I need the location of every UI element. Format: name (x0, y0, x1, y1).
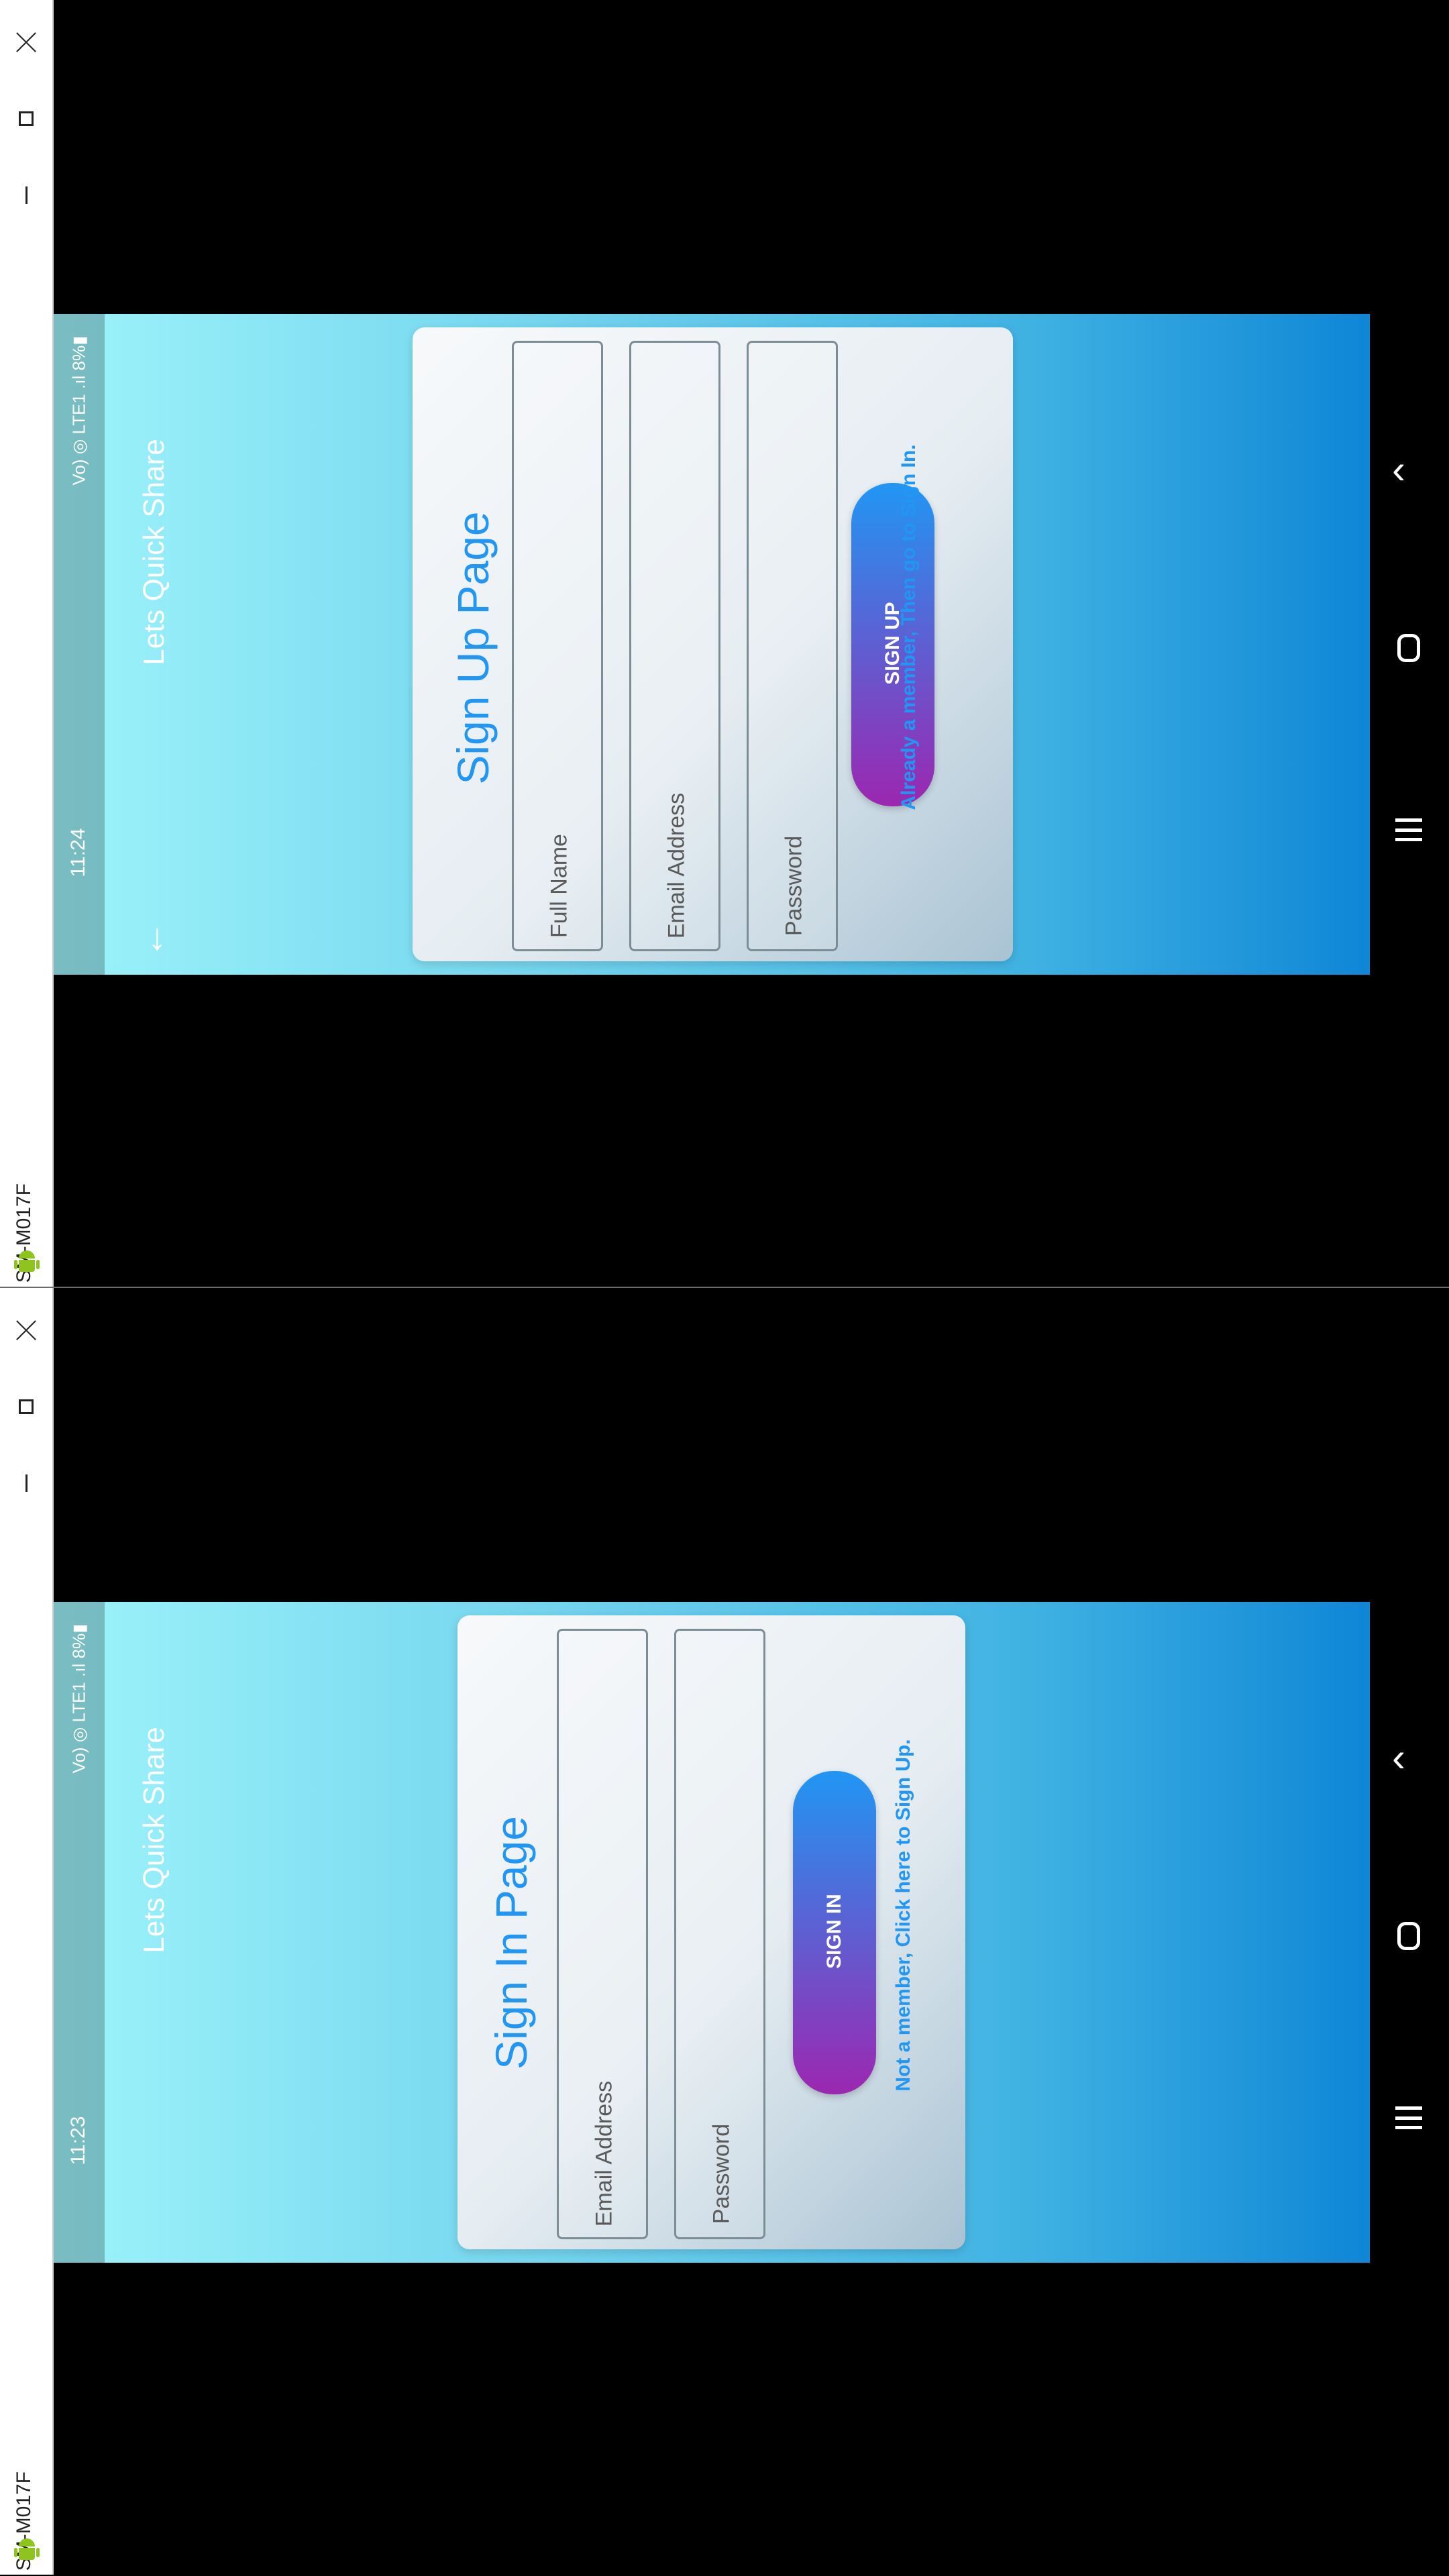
sign-in-button[interactable]: SIGN IN (793, 1771, 876, 2094)
close-button[interactable] (0, 1293, 52, 1367)
nav-home-icon[interactable] (1397, 1922, 1420, 1950)
window-title-bar: SM-M017F (0, 1288, 54, 2575)
page-title: Sign In Page (486, 1816, 536, 2070)
emulator-window-sign-up: SM-M017F 11:24 Vo) ◎ LTE1 .ıl 8%▮ ← Lets… (0, 0, 1449, 1287)
nav-home-icon[interactable] (1397, 634, 1420, 662)
app-title: Lets Quick Share (138, 1727, 170, 1953)
nav-back-icon[interactable]: ‹ (1392, 1734, 1405, 1780)
close-icon (15, 1320, 37, 1341)
sign-up-button[interactable]: SIGN UP (851, 483, 934, 806)
password-field[interactable]: Password (747, 341, 838, 951)
minimize-icon (25, 1474, 28, 1492)
nav-back-icon[interactable]: ‹ (1392, 446, 1405, 492)
android-icon (13, 2538, 40, 2565)
android-icon (13, 1250, 40, 1277)
sign-in-button-label: SIGN IN (823, 1894, 845, 1969)
maximize-icon (19, 111, 34, 126)
status-time: 11:23 (67, 2116, 89, 2165)
close-button[interactable] (0, 5, 52, 79)
password-field[interactable]: Password (674, 1629, 765, 2239)
phone-screen: 11:24 Vo) ◎ LTE1 .ıl 8%▮ ← Lets Quick Sh… (54, 314, 1370, 975)
close-icon (15, 32, 37, 53)
email-address-placeholder: Email Address (663, 792, 690, 939)
password-placeholder: Password (781, 835, 807, 936)
email-address-field[interactable]: Email Address (557, 1629, 648, 2239)
emulator-window-sign-in: SM-M017F 11:23 Vo) ◎ LTE1 .ıl 8%▮ Lets Q… (0, 1288, 1449, 2575)
sign-in-link[interactable]: Already a member, Then go to Sign In. (898, 426, 920, 828)
status-bar: 11:24 Vo) ◎ LTE1 .ıl 8%▮ (54, 314, 105, 975)
maximize-button[interactable] (0, 1370, 52, 1444)
password-placeholder: Password (708, 2123, 735, 2224)
status-icons: Vo) ◎ LTE1 .ıl 8%▮ (68, 1623, 89, 1774)
status-icons: Vo) ◎ LTE1 .ıl 8%▮ (68, 335, 89, 486)
sign-in-card: Sign In Page Email Address Password SIGN… (458, 1615, 965, 2249)
app-title: Lets Quick Share (138, 439, 170, 665)
minimize-button[interactable] (0, 158, 52, 232)
maximize-icon (19, 1399, 34, 1414)
full-name-field[interactable]: Full Name (512, 341, 603, 951)
minimize-button[interactable] (0, 1446, 52, 1520)
email-address-placeholder: Email Address (591, 2080, 617, 2227)
sign-up-card: Sign Up Page Full Name Email Address Pas… (413, 327, 1013, 961)
email-address-field[interactable]: Email Address (629, 341, 720, 951)
status-bar: 11:23 Vo) ◎ LTE1 .ıl 8%▮ (54, 1602, 105, 2263)
window-title-bar: SM-M017F (0, 0, 54, 1287)
back-arrow-icon[interactable]: ← (129, 920, 172, 960)
phone-screen: 11:23 Vo) ◎ LTE1 .ıl 8%▮ Lets Quick Shar… (54, 1602, 1370, 2263)
nav-recents-icon[interactable] (1395, 818, 1422, 841)
status-time: 11:24 (67, 828, 89, 877)
minimize-icon (25, 186, 28, 204)
sign-up-link[interactable]: Not a member, Click here to Sign Up. (892, 1714, 915, 2116)
maximize-button[interactable] (0, 82, 52, 156)
page-title: Sign Up Page (448, 511, 498, 785)
full-name-placeholder: Full Name (546, 834, 572, 938)
nav-recents-icon[interactable] (1395, 2106, 1422, 2129)
